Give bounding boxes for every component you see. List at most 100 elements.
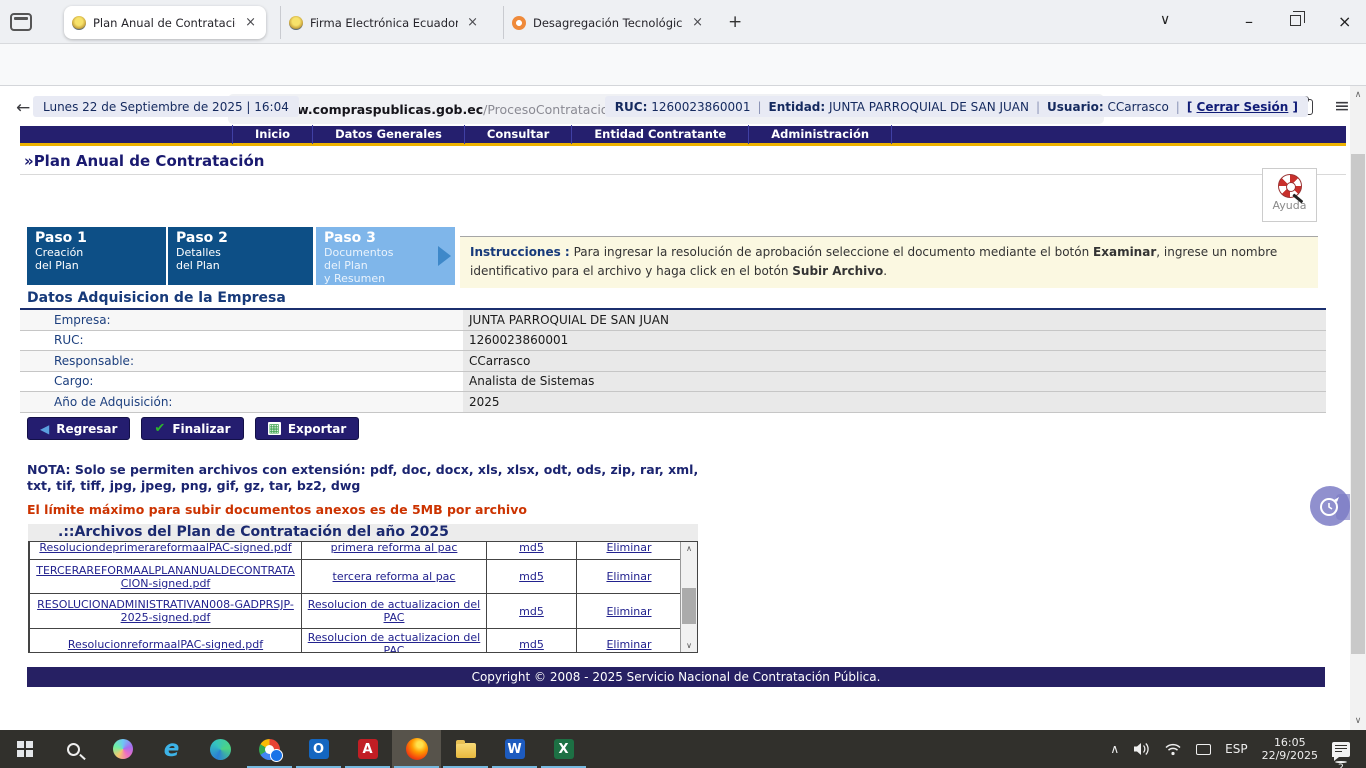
new-tab-button[interactable]: + [728,12,742,32]
nav-item-entidad-contratante[interactable]: Entidad Contratante [571,125,748,144]
scroll-down-icon[interactable]: ∨ [681,641,697,650]
taskbar-edge-button[interactable] [196,730,245,768]
table-row: Responsable: CCarrasco [20,351,1326,372]
taskbar-search-button[interactable] [49,730,98,768]
browser-toolbar: ← → ↻ www.compraspublicas.gob.ec/Proceso… [0,44,1366,86]
tab-plan-anual[interactable]: Plan Anual de Contratación × [64,6,266,39]
file-link[interactable]: ResolucionreformaalPAC-signed.pdf [68,638,263,651]
logout-link[interactable]: [ Cerrar Sesión ] [1187,100,1298,114]
tab-desagregacion[interactable]: Desagregación Tecnológica: Cál × [503,6,713,39]
finalizar-button[interactable]: ✔ Finalizar [141,417,243,440]
floating-timer-button[interactable] [1310,486,1350,526]
row-value: Analista de Sistemas [463,372,1326,392]
connect-display-icon[interactable] [1189,744,1218,755]
files-section-title: .::Archivos del Plan de Contratación del… [28,524,698,541]
ecuador-crest-favicon [72,16,86,30]
table-row: Cargo: Analista de Sistemas [20,372,1326,393]
back-arrow-icon: ◀ [40,422,49,436]
edge-icon [210,739,231,760]
md5-link[interactable]: md5 [519,570,544,583]
row-label: Cargo: [20,374,463,388]
taskbar-ie-button[interactable]: e [147,730,196,768]
file-link[interactable]: ResoluciondeprimerareformaalPAC-signed.p… [39,541,291,554]
file-desc-link[interactable]: Resolucion de actualizacion del PAC [308,598,481,624]
help-button[interactable]: Ayuda [1262,168,1317,222]
scrollbar-thumb[interactable] [1351,154,1365,654]
browser-scrollbar[interactable]: ∧ ∨ [1350,86,1366,730]
taskbar-outlook-button[interactable]: O [294,730,343,768]
file-link[interactable]: TERCERAREFORMAALPLANANUALDECONTRATACION-… [36,564,295,590]
chrome-icon [259,739,280,760]
action-center-button[interactable]: 2 [1325,742,1366,757]
menu-hamburger-icon[interactable]: ≡ [1334,95,1350,117]
delete-link[interactable]: Eliminar [606,638,651,651]
firefox-icon [406,738,428,760]
file-link[interactable]: RESOLUCIONADMINISTRATIVAN008-GADPRSJP-20… [37,598,294,624]
file-row: ResoluciondeprimerareformaalPAC-signed.p… [30,541,682,560]
scroll-up-icon[interactable]: ∧ [1350,90,1366,100]
taskbar-explorer-button[interactable] [441,730,490,768]
nav-item-inicio[interactable]: Inicio [232,125,312,144]
delete-link[interactable]: Eliminar [606,570,651,583]
delete-link[interactable]: Eliminar [606,541,651,554]
file-desc-link[interactable]: Resolucion de actualizacion del PAC [308,631,481,653]
taskbar-chrome-button[interactable] [245,730,294,768]
row-label: RUC: [20,333,463,347]
taskbar-acrobat-button[interactable]: A [343,730,392,768]
file-desc-link[interactable]: primera reforma al pac [331,541,458,554]
nav-item-consultar[interactable]: Consultar [464,125,571,144]
notification-count-badge: 2 [1335,761,1347,763]
step-title: Paso 3 [324,230,447,246]
exportar-button[interactable]: ▦ Exportar [255,417,360,440]
list-tabs-chevron-icon[interactable]: ∨ [1160,12,1170,28]
taskbar-clock[interactable]: 16:05 22/9/2025 [1255,736,1325,762]
search-icon [67,743,80,756]
file-explorer-icon [456,743,476,758]
wifi-icon[interactable] [1157,742,1189,756]
back-icon[interactable]: ← [16,98,30,118]
file-desc-link[interactable]: tercera reforma al pac [333,570,456,583]
md5-link[interactable]: md5 [519,638,544,651]
user-label: Usuario: [1047,100,1104,114]
close-window-button[interactable]: × [1338,12,1351,31]
nav-item-administracion[interactable]: Administración [748,125,892,144]
taskbar-word-button[interactable]: W [490,730,539,768]
nav-item-datos-generales[interactable]: Datos Generales [312,125,464,144]
language-indicator[interactable]: ESP [1218,742,1254,756]
ruc-label: RUC: [615,100,648,114]
volume-icon[interactable] [1126,742,1157,756]
outlook-icon: O [309,739,329,759]
step-3-box-active: Paso 3 Documentos del Plan y Resumen [316,227,455,285]
instructions-label: Instrucciones : [470,245,570,259]
tab-close-icon[interactable]: × [465,15,480,30]
tab-close-icon[interactable]: × [243,15,258,30]
instructions-box: Instrucciones : Para ingresar la resoluc… [460,236,1318,288]
scroll-up-icon[interactable]: ∧ [681,544,697,553]
taskbar-copilot-button[interactable] [98,730,147,768]
md5-link[interactable]: md5 [519,541,544,554]
scrollbar-thumb[interactable] [682,588,696,624]
taskbar-firefox-button[interactable] [392,730,441,768]
browser-tab-strip: Plan Anual de Contratación × Firma Elect… [0,0,1366,44]
tab-close-icon[interactable]: × [690,15,705,30]
md5-link[interactable]: md5 [519,605,544,618]
tab-firma-electronica[interactable]: Firma Electrónica Ecuador - Firm × [280,6,488,39]
restore-window-button[interactable] [1290,15,1301,26]
taskbar-excel-button[interactable]: X [539,730,588,768]
check-icon: ✔ [154,421,165,436]
start-button[interactable] [0,730,49,768]
minimize-button[interactable]: – [1245,12,1253,31]
regresar-button[interactable]: ◀ Regresar [27,417,130,440]
delete-link[interactable]: Eliminar [606,605,651,618]
copilot-icon [113,739,133,759]
tab-title: Firma Electrónica Ecuador - Firm [310,16,458,30]
scroll-down-icon[interactable]: ∨ [1350,716,1366,726]
firefox-view-icon[interactable] [10,13,32,31]
company-data-table: Empresa: JUNTA PARROQUIAL DE SAN JUAN RU… [20,310,1326,413]
files-table-scrollbar[interactable]: ∧ ∨ [680,542,697,652]
acrobat-icon: A [358,739,378,759]
clock-icon [1317,493,1343,519]
main-nav: Inicio Datos Generales Consultar Entidad… [20,126,1346,146]
tray-expand-chevron-icon[interactable]: ∧ [1103,742,1126,756]
tab-title: Desagregación Tecnológica: Cál [533,16,683,30]
